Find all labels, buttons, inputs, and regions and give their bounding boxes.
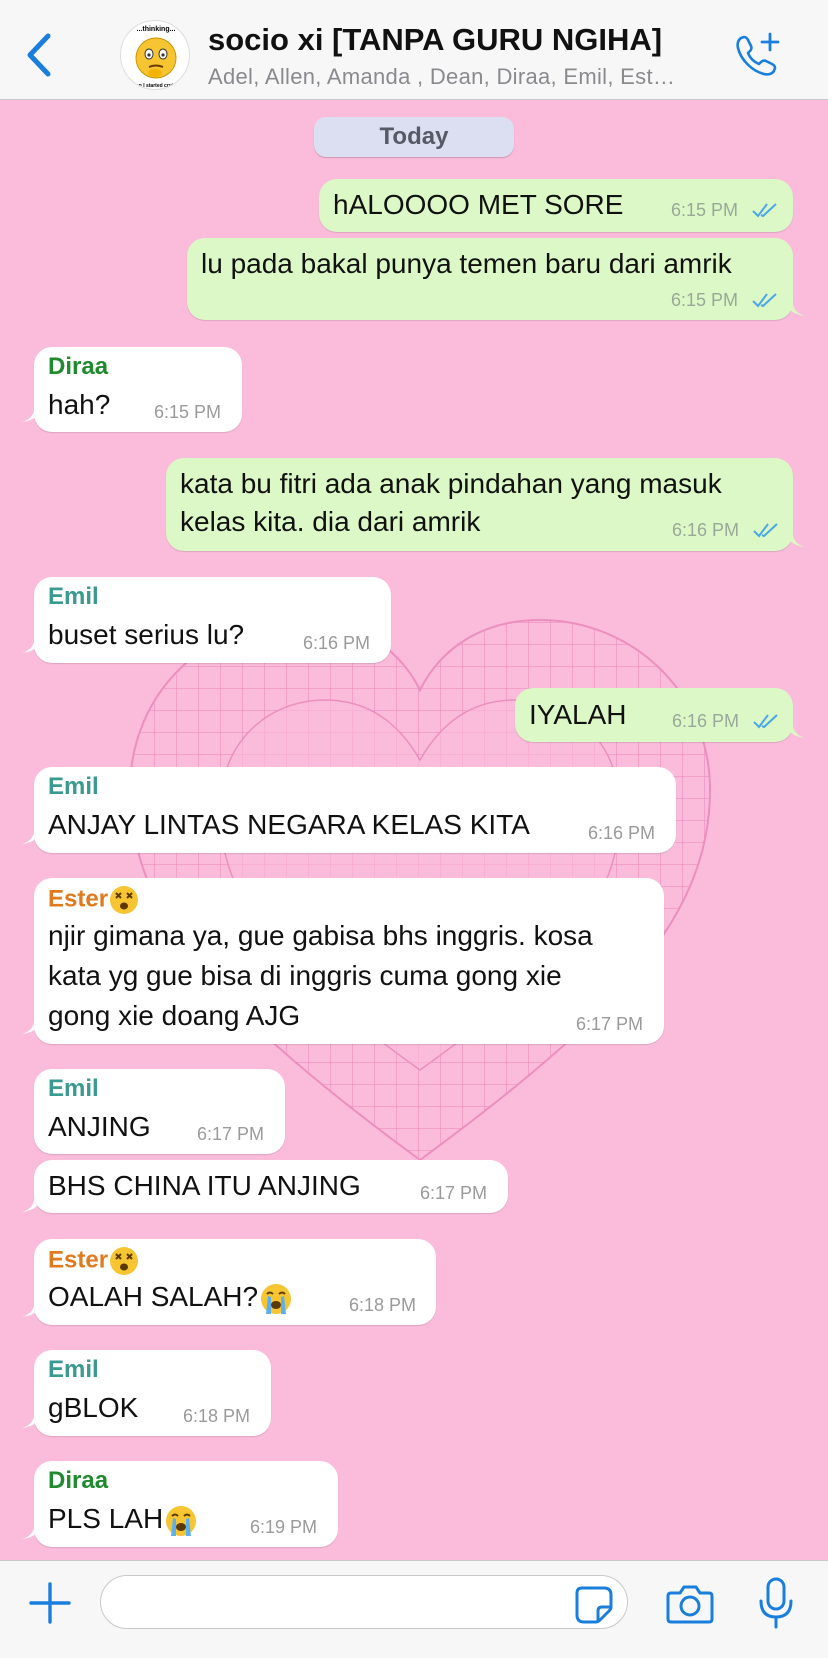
- message-incoming[interactable]: Emil ANJING 6:17 PM: [34, 1069, 285, 1154]
- message-time: 6:16 PM: [588, 823, 656, 843]
- sender-name[interactable]: Emil: [48, 1356, 99, 1384]
- camera-icon[interactable]: [666, 1583, 714, 1625]
- message-incoming[interactable]: Ester OALAH SALAH? 6:18 PM: [34, 1239, 436, 1325]
- sender-name[interactable]: Emil: [48, 583, 99, 611]
- message-text: buset serius lu?: [48, 619, 245, 650]
- message-text: PLS LAH: [48, 1503, 164, 1534]
- bubble-tail: [783, 529, 805, 547]
- message-incoming[interactable]: Emil gBLOK 6:18 PM: [34, 1350, 271, 1436]
- message-text: hALOOOO MET SORE: [333, 189, 624, 220]
- bubble-tail: [783, 720, 805, 738]
- message-text: hah?: [48, 389, 111, 420]
- sender-name[interactable]: Diraa: [48, 1467, 108, 1495]
- message-incoming[interactable]: Diraa hah? 6:15 PM: [34, 347, 242, 432]
- message-time: 6:16 PM: [672, 520, 740, 540]
- message-time: 6:16 PM: [303, 633, 371, 653]
- chat-header: ...thinking... ...en I started cryin... …: [0, 0, 828, 100]
- avatar-top-text: ...thinking...: [137, 26, 176, 33]
- message-incoming[interactable]: Emil ANJAY LINTAS NEGARA KELAS KITA 6:16…: [34, 767, 676, 853]
- message-incoming[interactable]: Emil buset serius lu? 6:16 PM: [34, 577, 391, 663]
- message-time: 6:17 PM: [576, 1014, 644, 1034]
- bubble-tail: [783, 298, 805, 316]
- chat-title[interactable]: socio xi [TANPA GURU NGIHA]: [208, 22, 662, 58]
- message-outgoing[interactable]: kata bu fitri ada anak pindahan yang mas…: [166, 458, 805, 551]
- message-outgoing[interactable]: IYALAH 6:16 PM: [515, 688, 805, 742]
- message-text-line: OALAH SALAH?: [48, 1277, 294, 1317]
- double-check-icon: [752, 293, 777, 308]
- message-time: 6:17 PM: [420, 1183, 488, 1203]
- add-call-icon[interactable]: [732, 30, 782, 80]
- date-separator: Today: [314, 117, 514, 157]
- message-time: 6:15 PM: [671, 200, 739, 220]
- message-text: BHS CHINA ITU ANJING: [48, 1170, 361, 1201]
- dizzy-face-emoji-icon: [110, 1247, 139, 1275]
- message-text-line: kata yg gue bisa di inggris cuma gong xi…: [48, 960, 562, 991]
- message-text: ANJAY LINTAS NEGARA KELAS KITA: [48, 809, 530, 840]
- plus-icon[interactable]: [28, 1581, 72, 1625]
- message-text: gBLOK: [48, 1392, 139, 1423]
- message-text-line: kelas kita. dia dari amrik: [180, 506, 481, 537]
- message-time: 6:18 PM: [349, 1295, 417, 1315]
- sender-name-text: Ester: [48, 1246, 109, 1274]
- sender-name[interactable]: Diraa: [48, 353, 108, 381]
- message-incoming[interactable]: Diraa PLS LAH 6:19 PM: [34, 1461, 338, 1547]
- message-text: OALAH SALAH?: [48, 1281, 259, 1312]
- message-time: 6:16 PM: [672, 711, 740, 731]
- sender-name-text: Ester: [48, 885, 109, 913]
- message-text: IYALAH: [529, 699, 627, 730]
- message-time: 6:15 PM: [154, 402, 222, 422]
- chat-members[interactable]: Adel, Allen, Amanda , Dean, Diraa, Emil,…: [208, 64, 718, 90]
- sender-name[interactable]: Ester: [48, 884, 140, 916]
- message-text-line: njir gimana ya, gue gabisa bhs inggris. …: [48, 920, 593, 951]
- message-text: ANJING: [48, 1111, 151, 1142]
- message-text-line: gong xie doang AJG: [48, 1000, 301, 1031]
- message-text-line: kata bu fitri ada anak pindahan yang mas…: [180, 468, 722, 499]
- message-time: 6:18 PM: [183, 1406, 251, 1426]
- double-check-icon: [753, 714, 778, 729]
- message-time: 6:17 PM: [197, 1124, 265, 1144]
- loudly-crying-face-emoji-icon: [261, 1283, 292, 1314]
- loudly-crying-face-emoji-icon: [166, 1505, 197, 1536]
- message-outgoing[interactable]: hALOOOO MET SORE 6:15 PM: [319, 179, 793, 232]
- sticker-icon[interactable]: [574, 1585, 614, 1625]
- group-avatar[interactable]: ...thinking... ...en I started cryin...: [120, 20, 190, 90]
- message-time: 6:19 PM: [250, 1517, 318, 1537]
- message-text-line: PLS LAH: [48, 1499, 199, 1539]
- microphone-icon[interactable]: [758, 1577, 794, 1629]
- message-incoming[interactable]: BHS CHINA ITU ANJING 6:17 PM: [34, 1160, 508, 1213]
- chevron-left-icon[interactable]: [22, 30, 58, 80]
- composer-bar: [0, 1560, 828, 1658]
- dizzy-face-emoji-icon: [110, 886, 139, 914]
- message-outgoing[interactable]: lu pada bakal punya temen baru dari amri…: [187, 238, 805, 320]
- double-check-icon: [753, 523, 778, 538]
- double-check-icon: [752, 203, 777, 218]
- message-time: 6:15 PM: [671, 290, 739, 310]
- message-input[interactable]: [100, 1575, 628, 1629]
- sender-name[interactable]: Ester: [48, 1245, 140, 1277]
- sender-name[interactable]: Emil: [48, 1075, 99, 1103]
- message-incoming[interactable]: Ester njir gimana ya, gue gabisa bhs ing…: [34, 878, 664, 1044]
- thinking-emoji-icon: ...thinking... ...en I started cryin...: [132, 26, 181, 89]
- sender-name[interactable]: Emil: [48, 773, 99, 801]
- avatar-bottom-text: ...en I started cryin...: [132, 83, 181, 89]
- message-text: lu pada bakal punya temen baru dari amri…: [201, 248, 732, 279]
